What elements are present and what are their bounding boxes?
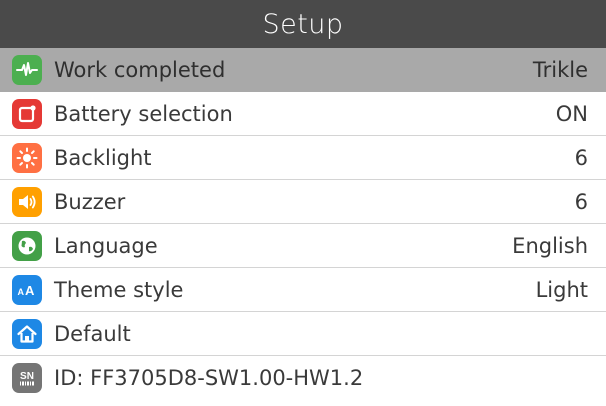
- row-label: Language: [54, 233, 158, 258]
- row-value: 6: [574, 189, 588, 214]
- setup-screen: Setup Work completed Trikle Battery sele…: [0, 0, 606, 406]
- row-label: Battery selection: [54, 101, 233, 126]
- sun-icon: [12, 142, 42, 173]
- globe-icon: [12, 230, 42, 261]
- row-label: Backlight: [54, 145, 152, 170]
- row-battery-selection[interactable]: Battery selection ON: [0, 92, 606, 136]
- row-backlight[interactable]: Backlight 6: [0, 136, 606, 180]
- row-value: 6: [574, 145, 588, 170]
- row-value: Light: [535, 277, 588, 302]
- sn-barcode-icon: SN: [12, 363, 42, 393]
- row-value: English: [512, 233, 588, 258]
- page-title: Setup: [0, 0, 606, 48]
- waveform-icon: [12, 55, 42, 85]
- speaker-icon: [12, 186, 42, 217]
- svg-text:A: A: [18, 287, 25, 297]
- device-id-text: ID: FF3705D8-SW1.00-HW1.2: [54, 366, 364, 390]
- row-value: ON: [555, 101, 588, 126]
- row-label: Buzzer: [54, 189, 126, 214]
- sn-text: SN: [20, 371, 34, 382]
- text-size-icon: AA: [12, 274, 42, 305]
- row-label: Theme style: [54, 277, 184, 302]
- row-work-completed[interactable]: Work completed Trikle: [0, 48, 606, 92]
- row-language[interactable]: Language English: [0, 224, 606, 268]
- row-device-id: SN ID: FF3705D8-SW1.00-HW1.2: [0, 356, 606, 400]
- row-label: Default: [54, 321, 131, 346]
- battery-square-icon: [12, 98, 42, 129]
- row-value: Trikle: [532, 58, 588, 82]
- row-theme-style[interactable]: AA Theme style Light: [0, 268, 606, 312]
- settings-list: Work completed Trikle Battery selection …: [0, 48, 606, 400]
- row-label: Work completed: [54, 58, 226, 82]
- svg-text:A: A: [25, 283, 35, 298]
- home-icon: [12, 318, 42, 349]
- row-buzzer[interactable]: Buzzer 6: [0, 180, 606, 224]
- row-default[interactable]: Default: [0, 312, 606, 356]
